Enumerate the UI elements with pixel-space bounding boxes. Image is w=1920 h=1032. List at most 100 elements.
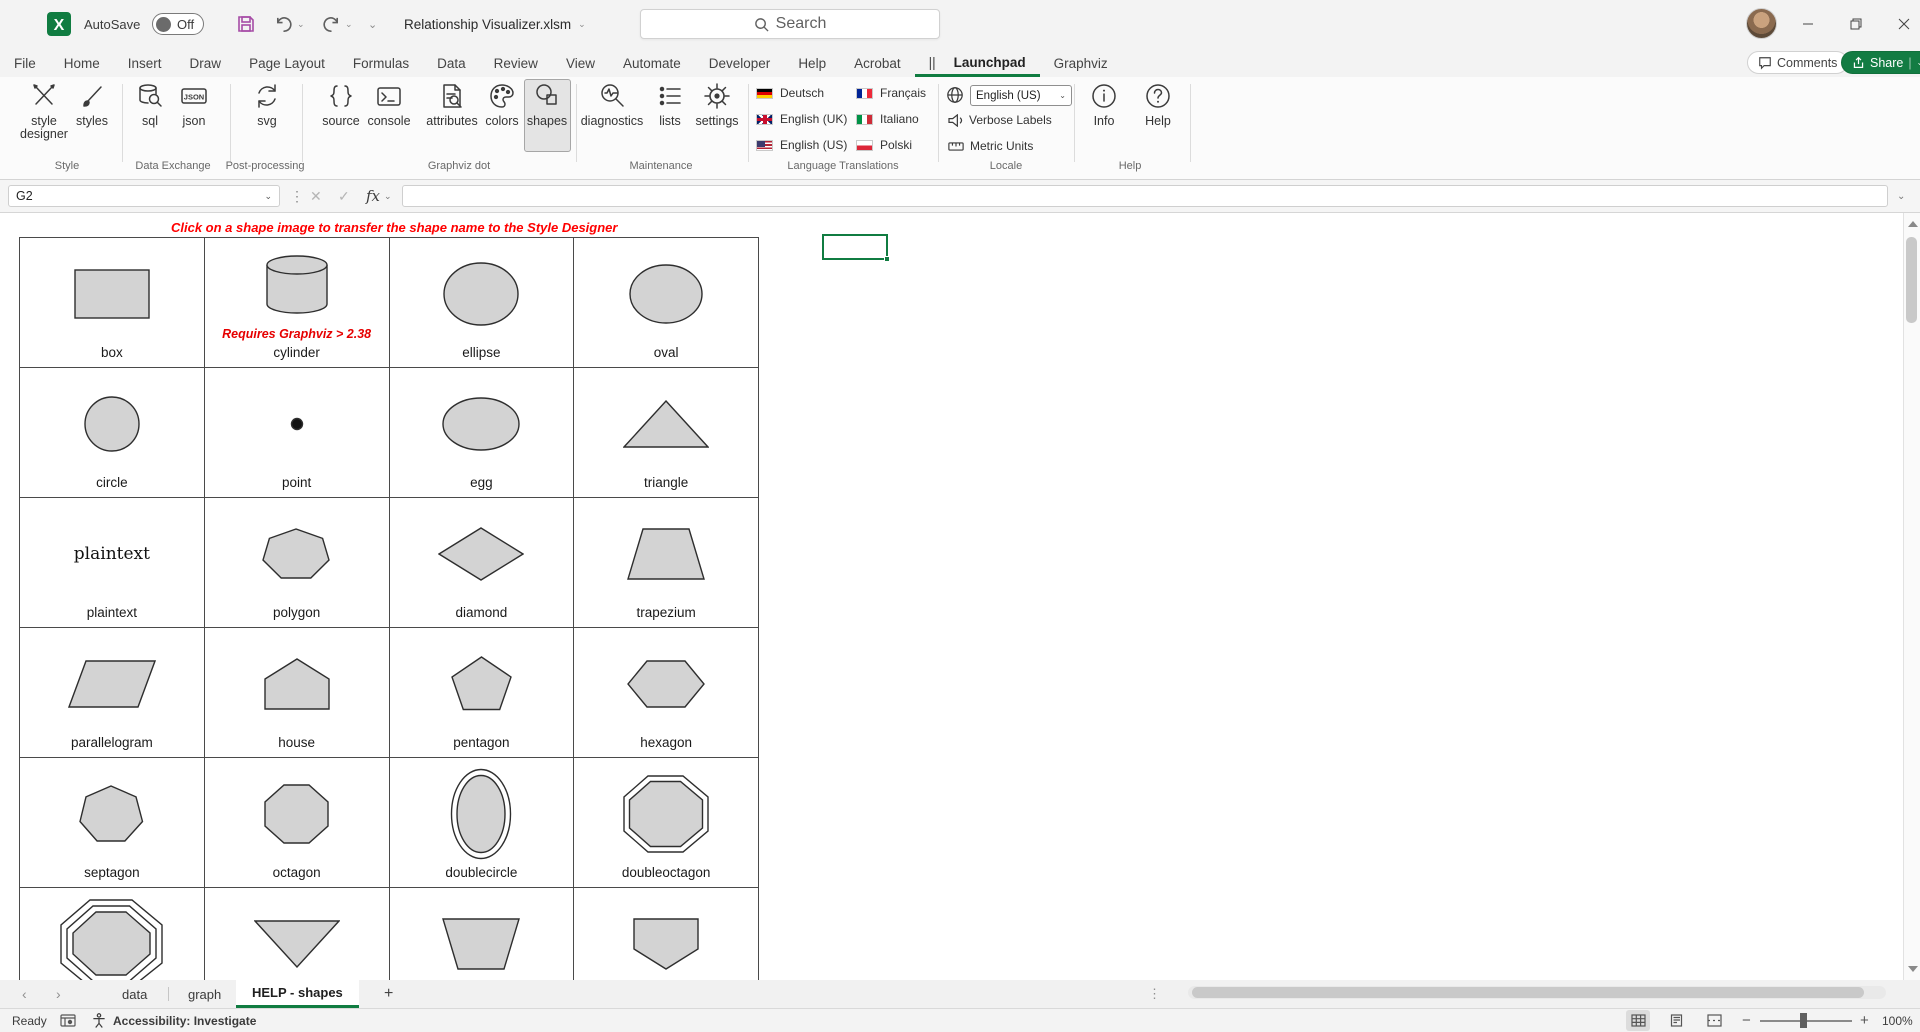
tab-page-layout[interactable]: Page Layout <box>235 51 339 77</box>
vertical-scroll-thumb[interactable] <box>1906 237 1917 323</box>
tab-home[interactable]: Home <box>50 51 114 77</box>
tab-launchpad[interactable]: Launchpad <box>940 51 1040 74</box>
diagnostics-button[interactable]: diagnostics <box>580 82 644 128</box>
shape-cell-invhouse[interactable]: invhouse <box>574 888 759 980</box>
tab-help[interactable]: Help <box>784 51 840 77</box>
language-polski[interactable]: Polski <box>856 138 912 152</box>
metric-units-toggle[interactable]: Metric Units <box>948 139 1033 153</box>
save-button[interactable] <box>236 0 256 48</box>
comments-button[interactable]: Comments <box>1747 51 1848 74</box>
styles-button[interactable]: styles <box>60 82 124 128</box>
language-francais[interactable]: Français <box>856 86 926 100</box>
language-italiano[interactable]: Italiano <box>856 112 919 126</box>
scroll-up-arrow[interactable] <box>1908 221 1918 227</box>
sheet-tab-graph[interactable]: graph <box>172 980 237 1008</box>
locale-language-select[interactable]: English (US) ⌄ <box>970 85 1072 106</box>
shape-cell-hexagon[interactable]: hexagon <box>574 628 759 758</box>
shape-cell-invtrapezium[interactable]: invtrapezium <box>390 888 575 980</box>
shape-cell-egg[interactable]: egg <box>390 368 575 498</box>
shape-cell-circle[interactable]: circle <box>20 368 205 498</box>
shape-cell-pentagon[interactable]: pentagon <box>390 628 575 758</box>
restore-button[interactable] <box>1834 0 1878 48</box>
accessibility-status[interactable]: Accessibility: Investigate <box>92 1009 256 1032</box>
settings-button[interactable]: settings <box>685 82 749 128</box>
console-button[interactable]: console <box>357 82 421 128</box>
filename-chevron[interactable]: ⌄ <box>578 19 586 30</box>
shape-cell-invtriangle[interactable]: invtriangle <box>205 888 390 980</box>
tab-strip-grip[interactable]: ⋮ <box>1148 980 1161 1008</box>
sheet-tab-data[interactable]: data <box>106 980 163 1008</box>
language-english-us[interactable]: English (US) <box>756 138 847 152</box>
shape-cell-house[interactable]: house <box>205 628 390 758</box>
shape-cell-triangle[interactable]: triangle <box>574 368 759 498</box>
redo-chevron[interactable]: ⌄ <box>345 19 353 30</box>
vertical-scrollbar[interactable] <box>1903 213 1920 980</box>
tab-graphviz[interactable]: Graphviz <box>1040 51 1122 77</box>
shape-cell-polygon[interactable]: polygon <box>205 498 390 628</box>
fill-handle[interactable] <box>884 256 890 262</box>
formula-input[interactable] <box>402 185 1888 207</box>
shape-cell-box[interactable]: box <box>20 238 205 368</box>
language-english-uk[interactable]: English (UK) <box>756 112 847 126</box>
tab-acrobat[interactable]: Acrobat <box>840 51 915 77</box>
tab-data[interactable]: Data <box>423 51 480 77</box>
page-break-view-button[interactable] <box>1702 1010 1726 1031</box>
sheet-nav-prev[interactable]: ‹ <box>22 980 27 1008</box>
shapes-button[interactable]: shapes <box>515 82 579 128</box>
user-avatar[interactable] <box>1746 8 1777 39</box>
help-button[interactable]: Help <box>1126 82 1190 128</box>
shape-cell-septagon[interactable]: septagon <box>20 758 205 888</box>
svg-button[interactable]: svg <box>235 82 299 128</box>
sheet-tab-help-shapes[interactable]: HELP - shapes <box>236 980 359 1008</box>
page-layout-view-button[interactable] <box>1664 1010 1688 1031</box>
add-sheet-button[interactable]: + <box>368 980 409 1008</box>
redo-button[interactable]: ⌄ <box>322 0 353 48</box>
autosave-toggle[interactable]: Off <box>152 0 204 48</box>
shape-cell-tripleoctagon[interactable]: tripleoctagon <box>20 888 205 980</box>
shape-cell-point[interactable]: point <box>205 368 390 498</box>
formula-bar-grip[interactable]: ⋮ <box>290 185 304 207</box>
name-box-chevron[interactable]: ⌄ <box>264 191 272 202</box>
shape-cell-parallelogram[interactable]: parallelogram <box>20 628 205 758</box>
minimize-button[interactable] <box>1786 0 1830 48</box>
verbose-labels-toggle[interactable]: Verbose Labels <box>948 113 1052 127</box>
shape-cell-doubleoctagon[interactable]: doubleoctagon <box>574 758 759 888</box>
enter-icon[interactable]: ✓ <box>338 185 350 207</box>
tab-insert[interactable]: Insert <box>114 51 176 77</box>
name-box[interactable]: G2 ⌄ <box>8 185 280 207</box>
language-deutsch[interactable]: Deutsch <box>756 86 824 100</box>
sheet-nav-next[interactable]: › <box>56 980 61 1008</box>
selected-cell-g2[interactable] <box>822 234 888 260</box>
horizontal-scroll-thumb[interactable] <box>1192 987 1864 998</box>
quick-access-more-button[interactable]: ⌄ <box>368 0 377 48</box>
macro-record-button[interactable] <box>60 1009 76 1032</box>
tab-review[interactable]: Review <box>480 51 552 77</box>
normal-view-button[interactable] <box>1626 1010 1650 1031</box>
horizontal-scrollbar[interactable] <box>1188 986 1886 999</box>
json-button[interactable]: JSON json <box>162 82 226 128</box>
cancel-icon[interactable]: ✕ <box>310 185 322 207</box>
shape-cell-ellipse[interactable]: ellipse <box>390 238 575 368</box>
insert-function-button[interactable]: fx⌄ <box>366 185 392 207</box>
zoom-in-button[interactable]: + <box>1860 1009 1869 1032</box>
tab-draw[interactable]: Draw <box>176 51 236 77</box>
zoom-slider-thumb[interactable] <box>1800 1013 1807 1028</box>
document-title[interactable]: Relationship Visualizer.xlsm ⌄ <box>404 0 586 48</box>
shape-cell-plaintext[interactable]: plaintext plaintext <box>20 498 205 628</box>
tab-developer[interactable]: Developer <box>695 51 785 77</box>
shape-cell-doublecircle[interactable]: doublecircle <box>390 758 575 888</box>
shape-cell-octagon[interactable]: octagon <box>205 758 390 888</box>
zoom-level[interactable]: 100% <box>1882 1009 1913 1032</box>
tab-file[interactable]: File <box>0 51 50 77</box>
close-button[interactable] <box>1882 0 1920 48</box>
excel-app-icon[interactable]: X <box>46 0 72 48</box>
undo-chevron[interactable]: ⌄ <box>297 19 305 30</box>
tab-formulas[interactable]: Formulas <box>339 51 423 77</box>
scroll-down-arrow[interactable] <box>1908 966 1918 972</box>
undo-button[interactable]: ⌄ <box>274 0 305 48</box>
tab-automate[interactable]: Automate <box>609 51 695 77</box>
zoom-out-button[interactable]: − <box>1742 1009 1751 1032</box>
search-box[interactable]: Search <box>640 9 940 39</box>
worksheet[interactable]: Click on a shape image to transfer the s… <box>0 213 1903 980</box>
expand-formula-bar-chevron[interactable]: ⌄ <box>1897 185 1905 207</box>
